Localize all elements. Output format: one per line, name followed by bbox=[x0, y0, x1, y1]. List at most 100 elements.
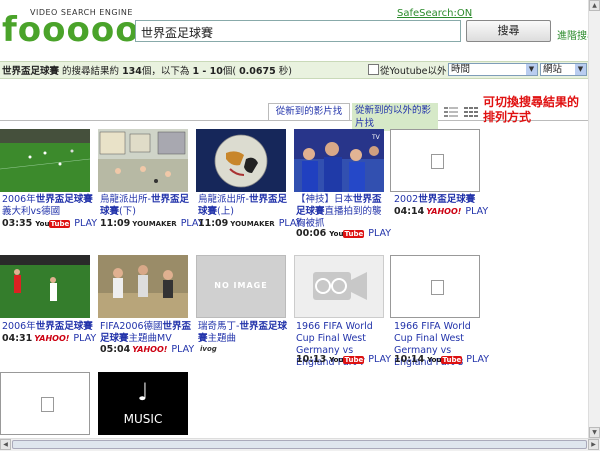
results-count: 134 bbox=[122, 66, 142, 77]
youtube-logo-icon: YouTube bbox=[329, 229, 365, 238]
video-meta: 04:31 YAHOO! PLAY bbox=[2, 333, 96, 344]
video-title-link[interactable]: FIFA2006德國世界盃足球賽主題曲MV bbox=[100, 321, 195, 345]
video-thumbnail-broken[interactable] bbox=[390, 129, 480, 192]
video-thumbnail-music[interactable]: ♩ MUSIC bbox=[98, 372, 188, 435]
youtube-logo-icon: YouTube bbox=[427, 355, 463, 364]
video-thumbnail[interactable] bbox=[98, 129, 188, 192]
video-thumbnail[interactable]: TV bbox=[294, 129, 384, 192]
duration: 05:04 bbox=[100, 344, 131, 355]
video-thumbnail[interactable] bbox=[0, 129, 91, 192]
play-link[interactable]: PLAY bbox=[171, 344, 194, 355]
video-meta: 10:13 YouTube PLAY bbox=[296, 354, 391, 365]
tab-new-videos[interactable]: 從新到的影片找 bbox=[268, 103, 350, 120]
sort-select-value: 時間 bbox=[451, 64, 471, 75]
results-text: 的搜尋結果約 bbox=[59, 66, 123, 77]
logo[interactable]: fooooo bbox=[2, 10, 140, 50]
video-camera-icon bbox=[313, 272, 367, 300]
results-text: 個( bbox=[222, 66, 240, 77]
video-meta: ivog bbox=[198, 343, 217, 354]
video-title-link[interactable]: 【神技】日本世界盃足球賽直播拍到的襲胸被抓 bbox=[296, 194, 391, 230]
search-input[interactable]: 世界盃足球賽 bbox=[135, 20, 461, 42]
duration: 10:14 bbox=[394, 354, 425, 365]
yahoo-logo-icon: YAHOO! bbox=[132, 345, 168, 354]
results-time: 0.0675 bbox=[239, 66, 276, 77]
duration: 10:13 bbox=[296, 354, 327, 365]
thumbnail-image bbox=[98, 129, 188, 192]
site-select-value: 網站 bbox=[543, 64, 563, 75]
horizontal-scrollbar[interactable]: ◀ ▶ bbox=[0, 438, 600, 451]
video-meta: 03:35 YouTube PLAY bbox=[2, 218, 97, 229]
video-meta: 11:09 YOUMAKER PLAY bbox=[198, 218, 302, 229]
video-title-link[interactable]: 2006年世界盃足球賽 bbox=[2, 321, 97, 333]
broken-image-icon bbox=[431, 154, 444, 169]
duration: 03:35 bbox=[2, 218, 33, 229]
play-link[interactable]: PLAY bbox=[465, 206, 488, 217]
video-title-link[interactable]: 瑞奇馬丁-世界盃足球賽主題曲 bbox=[198, 321, 293, 345]
video-thumbnail-broken[interactable] bbox=[390, 255, 480, 318]
scroll-right-icon[interactable]: ▶ bbox=[588, 439, 599, 450]
play-link[interactable]: PLAY bbox=[73, 333, 96, 344]
thumbnail-image bbox=[0, 255, 90, 318]
duration: 04:14 bbox=[394, 206, 425, 217]
youtube-logo-icon: YouTube bbox=[329, 355, 365, 364]
tab-other-videos[interactable]: 從新到的以外的影片找 bbox=[352, 103, 438, 131]
video-title-link[interactable]: 2002世界盃足球賽 bbox=[394, 194, 489, 206]
youtube-filter-checkbox[interactable] bbox=[368, 64, 379, 75]
svg-text:TV: TV bbox=[371, 134, 381, 141]
thumbnail-image bbox=[98, 255, 188, 318]
play-link[interactable]: PLAY bbox=[368, 354, 391, 365]
youtube-logo-icon: YouTube bbox=[35, 219, 71, 228]
video-meta: 00:06 YouTube PLAY bbox=[296, 228, 391, 239]
results-range: 1 - 10 bbox=[192, 66, 223, 77]
sort-select[interactable]: 時間 ▼ bbox=[448, 63, 538, 76]
video-thumbnail[interactable] bbox=[196, 129, 286, 192]
chevron-down-icon: ▼ bbox=[575, 64, 586, 75]
vertical-scrollbar[interactable]: ▲ ▼ bbox=[588, 0, 600, 438]
video-meta: 05:04 YAHOO! PLAY bbox=[100, 344, 194, 355]
ivog-logo-icon: ivog bbox=[200, 345, 217, 353]
video-meta: 11:09 YOUMAKER PLAY bbox=[100, 218, 204, 229]
video-thumbnail-noimage[interactable]: NO IMAGE bbox=[196, 255, 286, 318]
video-thumbnail[interactable] bbox=[0, 255, 90, 318]
thumbnail-image bbox=[196, 129, 286, 192]
results-text: 秒) bbox=[275, 66, 292, 77]
duration: 11:09 bbox=[198, 218, 229, 229]
video-meta: 10:14 YouTube PLAY bbox=[394, 354, 489, 365]
site-select[interactable]: 網站 ▼ bbox=[540, 63, 587, 76]
grid-view-icon[interactable] bbox=[464, 107, 478, 117]
search-button[interactable]: 搜尋 bbox=[466, 20, 551, 42]
broken-image-icon bbox=[41, 397, 54, 412]
chevron-down-icon: ▼ bbox=[526, 64, 537, 75]
youtube-filter-label: 從Youtube以外 bbox=[380, 66, 447, 77]
list-view-icon[interactable] bbox=[444, 107, 458, 117]
broken-image-icon bbox=[431, 280, 444, 295]
yahoo-logo-icon: YAHOO! bbox=[34, 334, 70, 343]
scroll-up-icon[interactable]: ▲ bbox=[589, 0, 600, 11]
scroll-left-icon[interactable]: ◀ bbox=[0, 439, 11, 450]
play-link[interactable]: PLAY bbox=[368, 228, 391, 239]
duration: 00:06 bbox=[296, 228, 327, 239]
scroll-thumb[interactable] bbox=[12, 440, 587, 449]
video-title-link[interactable]: 烏龍派出所-世界盃足球賽(下) bbox=[100, 194, 195, 218]
safesearch-link[interactable]: SafeSearch:ON bbox=[397, 8, 472, 19]
video-title-link[interactable]: 2006年世界盃足球賽義大利vs德國 bbox=[2, 194, 97, 218]
thumbnail-image: TV bbox=[294, 129, 384, 192]
video-title-link[interactable]: 烏龍派出所-世界盃足球賽(上) bbox=[198, 194, 293, 218]
youmaker-logo-icon: YOUMAKER bbox=[132, 220, 177, 228]
music-note-icon: ♩ bbox=[137, 378, 149, 406]
video-thumbnail-broken[interactable] bbox=[0, 372, 90, 435]
no-image-label: NO IMAGE bbox=[214, 281, 268, 290]
music-label: MUSIC bbox=[123, 412, 163, 426]
youmaker-logo-icon: YOUMAKER bbox=[230, 220, 275, 228]
scroll-down-icon[interactable]: ▼ bbox=[589, 427, 600, 438]
results-text: 個，以下為 bbox=[141, 66, 193, 77]
results-summary: 世界盃足球賽 的搜尋結果約 134個，以下為 1 - 10個( 0.0675 秒… bbox=[2, 63, 292, 77]
yahoo-logo-icon: YAHOO! bbox=[426, 207, 462, 216]
play-link[interactable]: PLAY bbox=[74, 218, 97, 229]
thumbnail-image bbox=[0, 129, 91, 192]
play-link[interactable]: PLAY bbox=[466, 354, 489, 365]
duration: 04:31 bbox=[2, 333, 33, 344]
video-thumbnail[interactable] bbox=[98, 255, 188, 318]
video-thumbnail[interactable] bbox=[294, 255, 384, 318]
results-query: 世界盃足球賽 bbox=[2, 66, 60, 77]
